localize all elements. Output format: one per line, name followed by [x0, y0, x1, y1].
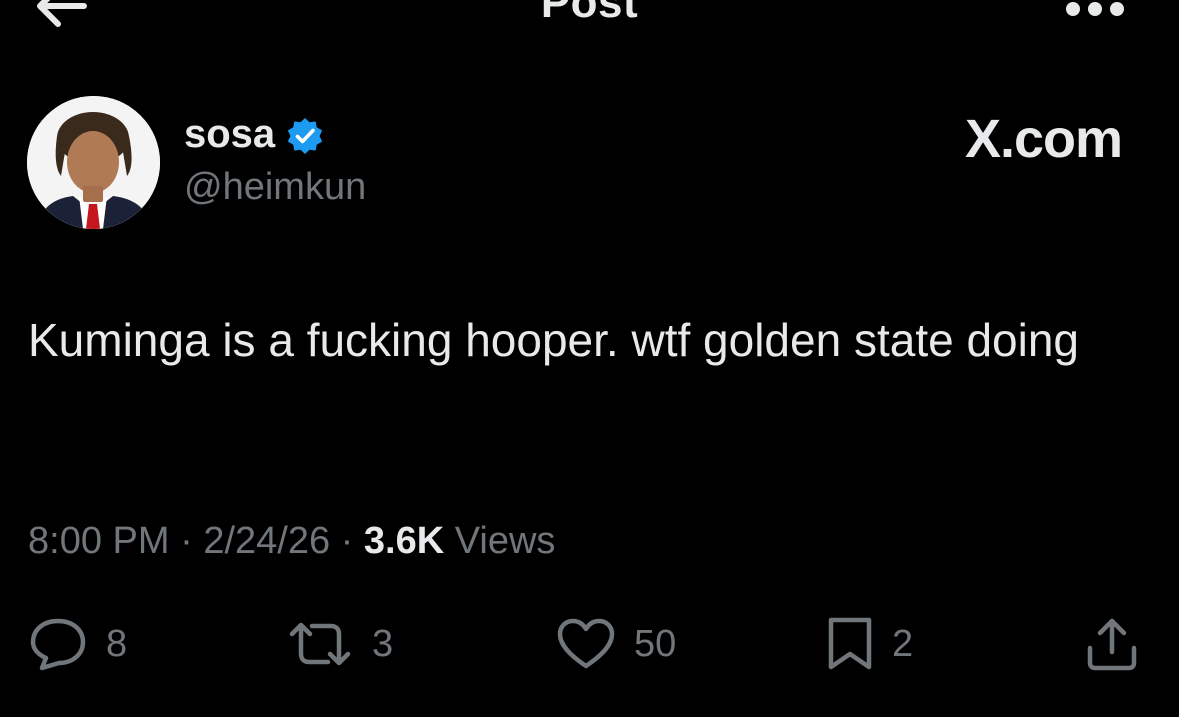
author-name-row[interactable]: sosa — [184, 112, 325, 157]
verified-badge-icon — [287, 117, 323, 154]
action-bar: 8 3 50 2 — [0, 612, 1179, 676]
like-button[interactable]: 50 — [556, 612, 676, 676]
more-horizontal-icon[interactable] — [1064, 0, 1126, 18]
top-bar: Post — [0, 0, 1179, 40]
heart-icon — [557, 618, 615, 669]
like-count: 50 — [634, 622, 677, 665]
avatar[interactable] — [27, 96, 160, 229]
post-text: Kuminga is a fucking hooper. wtf golden … — [28, 314, 1080, 366]
post-date[interactable]: 2/24/26 — [203, 520, 330, 562]
author-display-name[interactable]: sosa — [184, 112, 275, 157]
post-time[interactable]: 8:00 PM — [28, 520, 170, 562]
share-button[interactable] — [1084, 612, 1140, 676]
post-meta: 8:00 PM · 2/24/26 · 3.6K Views — [28, 520, 555, 563]
views-label: Views — [454, 520, 556, 562]
bookmark-button[interactable]: 2 — [826, 612, 913, 676]
repost-button[interactable]: 3 — [286, 612, 393, 676]
bookmark-icon — [828, 617, 872, 670]
profile-photo-icon — [27, 96, 160, 229]
reply-button[interactable]: 8 — [28, 612, 127, 676]
repost-icon — [289, 622, 351, 666]
reply-icon — [30, 618, 86, 671]
repost-count: 3 — [372, 622, 394, 665]
source-label: X.com — [964, 109, 1123, 169]
bookmark-count: 2 — [892, 622, 914, 665]
reply-count: 8 — [106, 622, 128, 665]
page-title: Post — [540, 0, 639, 27]
meta-separator: · — [180, 520, 193, 562]
author-handle[interactable]: @heimkun — [184, 166, 366, 209]
views-count: 3.6K — [363, 520, 445, 562]
meta-separator: · — [340, 520, 354, 562]
share-icon — [1087, 618, 1137, 671]
